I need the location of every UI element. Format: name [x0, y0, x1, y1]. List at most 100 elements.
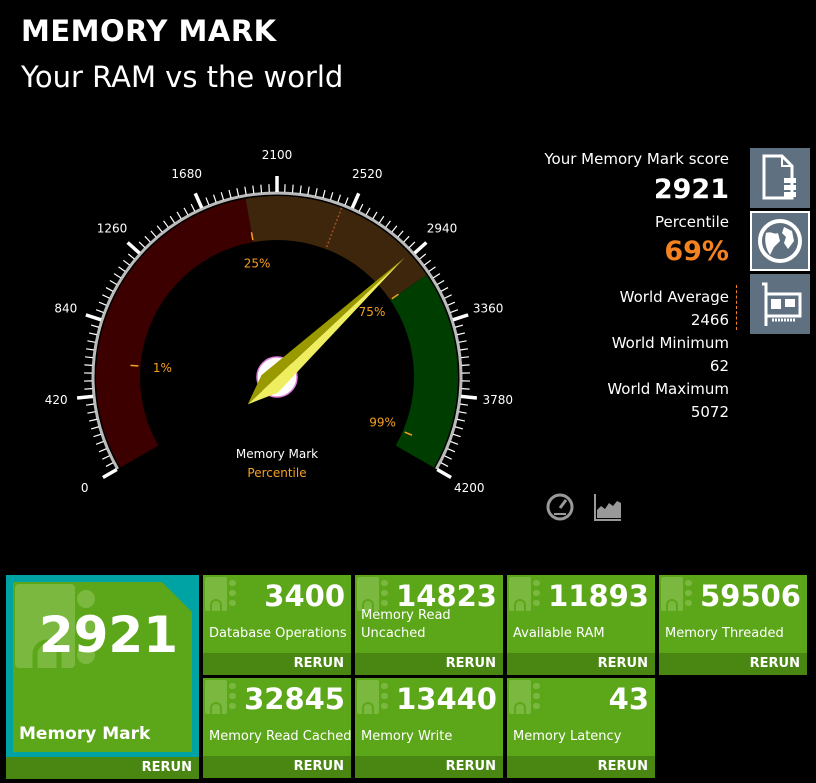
minor-tick: [87, 411, 96, 414]
minor-tick: [322, 189, 326, 198]
score-label: Your Memory Mark score: [544, 150, 729, 168]
major-tick: [85, 313, 102, 322]
minor-tick: [260, 184, 263, 193]
rerun-button[interactable]: RERUN: [659, 653, 807, 675]
tile-label: Database Operations: [209, 626, 347, 641]
minor-tick: [344, 197, 349, 206]
tile-memory-write[interactable]: 13440 Memory Write RERUN: [355, 678, 503, 778]
tile-value: 43: [608, 682, 649, 716]
minor-tick: [84, 364, 93, 366]
tile-available-ram[interactable]: 11893 Available RAM RERUN: [507, 575, 655, 675]
minor-tick: [109, 279, 118, 286]
minor-tick: [450, 309, 459, 314]
hardware-info-button[interactable]: [750, 274, 810, 334]
tick-label: 3780: [483, 393, 514, 407]
percentile-marker-label: 1%: [153, 361, 172, 375]
minor-tick: [88, 332, 98, 336]
minor-tick: [397, 230, 404, 238]
rerun-button[interactable]: RERUN: [6, 757, 199, 779]
world-maximum-value: 5072: [690, 403, 729, 421]
tile-memory-read-cached[interactable]: 32845 Memory Read Cached RERUN: [203, 678, 351, 778]
minor-tick: [419, 253, 427, 260]
minor-tick: [90, 324, 99, 328]
score-value: 2921: [653, 174, 729, 205]
minor-tick: [372, 211, 378, 220]
minor-tick: [122, 259, 131, 266]
tile-memory-mark-rerun[interactable]: RERUN: [6, 757, 199, 779]
tile-memory-threaded[interactable]: 59506 Memory Threaded RERUN: [659, 575, 807, 675]
minor-tick: [314, 188, 318, 197]
major-tick: [193, 192, 204, 209]
minor-tick: [95, 440, 104, 445]
gauge-band-0: [95, 198, 254, 468]
minor-tick: [459, 348, 469, 351]
world-comparison-button[interactable]: [750, 211, 810, 271]
percentile-label: Percentile: [654, 213, 729, 231]
tile-database-operations[interactable]: 3400 Database Operations RERUN: [203, 575, 351, 675]
minor-tick: [436, 279, 445, 286]
world-average-divider: [736, 285, 737, 330]
tile-label: Memory Read Uncached: [361, 608, 451, 641]
minor-tick: [447, 448, 456, 453]
tile-memory-latency[interactable]: 43 Memory Latency RERUN: [507, 678, 655, 778]
chart-icon[interactable]: [593, 492, 623, 522]
minor-tick: [329, 192, 334, 201]
minor-tick: [102, 455, 110, 460]
minor-tick: [444, 294, 452, 299]
minor-tick: [252, 185, 255, 194]
minor-tick: [212, 194, 217, 203]
tile-label: Memory Threaded: [665, 626, 784, 641]
tile-label: Memory Write: [361, 729, 453, 744]
minor-tick: [455, 324, 464, 328]
minor-tick: [299, 185, 302, 194]
world-average-value: 2466: [690, 311, 729, 329]
gauge-caption-sub: Percentile: [247, 466, 306, 480]
tile-memory-read-uncached[interactable]: 14823 Memory Read Uncached RERUN: [355, 575, 503, 675]
minor-tick: [88, 418, 98, 422]
minor-tick: [183, 207, 189, 216]
tile-label: Memory Latency: [513, 729, 622, 744]
minor-tick: [95, 309, 104, 314]
minor-tick: [87, 340, 96, 343]
minor-tick: [98, 301, 107, 306]
minor-tick: [423, 259, 432, 266]
tick-label: 3360: [473, 301, 504, 315]
minor-tick: [150, 230, 157, 238]
rerun-button[interactable]: RERUN: [507, 756, 655, 778]
minor-tick: [456, 418, 466, 422]
minor-tick: [102, 294, 110, 299]
minor-tick: [127, 253, 135, 260]
rerun-button[interactable]: RERUN: [203, 756, 351, 778]
rerun-button[interactable]: RERUN: [203, 653, 351, 675]
tile-label: Memory Mark: [19, 724, 151, 744]
tile-memory-mark[interactable]: 2921 Memory Mark: [6, 575, 199, 759]
minor-tick: [144, 235, 151, 243]
minor-tick: [455, 426, 464, 430]
minor-tick: [84, 356, 94, 359]
minor-tick: [98, 448, 107, 453]
minor-tick: [138, 241, 146, 248]
minor-tick: [440, 287, 449, 292]
minor-tick: [444, 455, 452, 460]
percentile-marker: [130, 364, 139, 367]
rerun-button[interactable]: RERUN: [507, 653, 655, 675]
document-database-button[interactable]: [750, 148, 810, 208]
gauge-icon[interactable]: [545, 492, 575, 522]
percentile-value: 69%: [664, 236, 729, 267]
minor-tick: [220, 192, 225, 201]
percentile-marker-label: 25%: [244, 257, 271, 271]
memory-chip-icon: [509, 577, 540, 611]
minor-tick: [432, 273, 441, 279]
gauge-band-1: [245, 196, 427, 300]
minor-tick: [337, 194, 342, 203]
minor-tick: [378, 215, 385, 224]
minor-tick: [458, 340, 467, 343]
rerun-button[interactable]: RERUN: [355, 756, 503, 778]
minor-tick: [440, 462, 449, 467]
minor-tick: [156, 225, 163, 233]
rerun-button[interactable]: RERUN: [355, 653, 503, 675]
minor-tick: [358, 203, 364, 212]
minor-tick: [85, 348, 95, 351]
world-average-label: World Average: [619, 288, 729, 306]
tile-label: Memory Read Cached: [209, 729, 351, 744]
